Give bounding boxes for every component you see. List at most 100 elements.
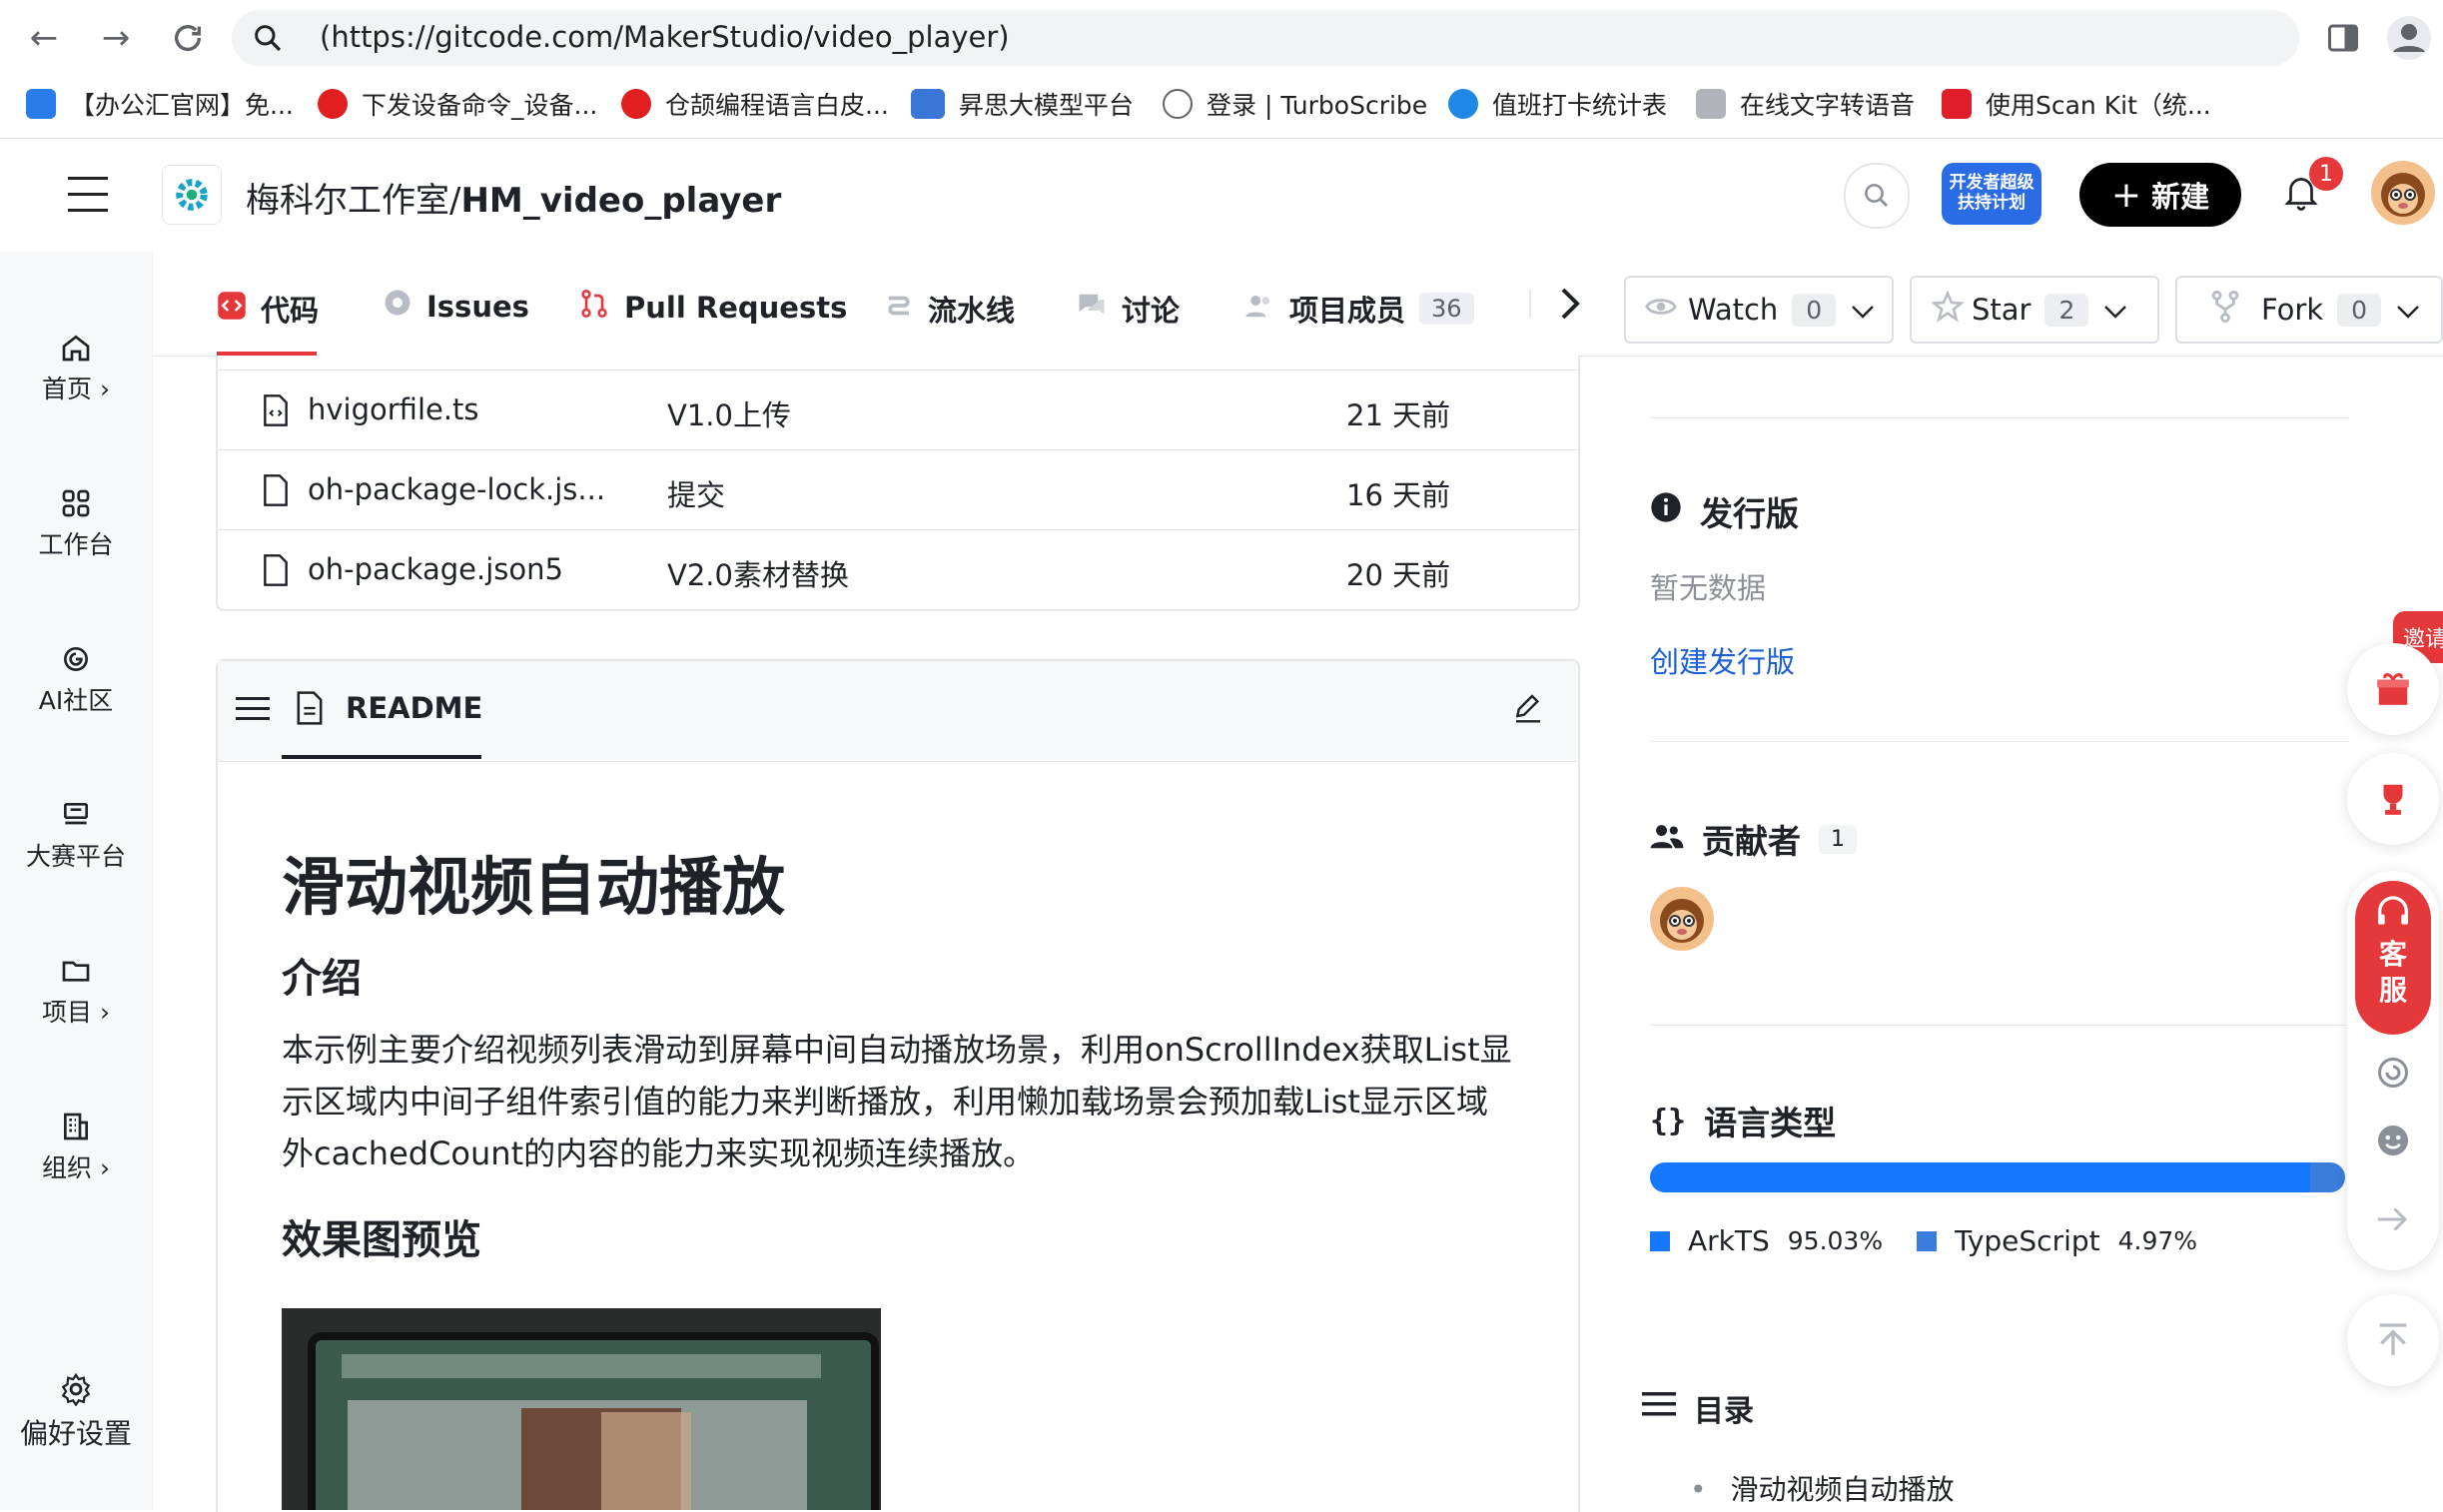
file-table: hvigorfile.ts V1.0上传 21 天前 oh-package-lo…: [216, 356, 1580, 611]
bullet-icon: •: [1690, 1473, 1707, 1506]
folder-icon: [62, 961, 90, 982]
repo-name[interactable]: HM_video_player: [460, 181, 781, 221]
customer-service-button[interactable]: 客服: [2355, 881, 2431, 1035]
contributor-count-badge: 1: [1819, 824, 1857, 854]
legend-swatch: [1650, 1230, 1670, 1251]
users-icon: [1650, 820, 1684, 859]
language-section-title: {} 语言类型: [1650, 1103, 1837, 1143]
back-to-top-button[interactable]: [2347, 1294, 2439, 1386]
reload-icon[interactable]: [164, 14, 212, 62]
bookmark-item[interactable]: 【办公汇官网】免...: [26, 84, 294, 124]
readme-tab-indicator: [282, 755, 481, 759]
grid-icon: [62, 489, 90, 517]
bookmark-favicon-icon: [26, 89, 56, 119]
file-name[interactable]: hvigorfile.ts: [308, 392, 479, 426]
readme-tab[interactable]: README: [346, 691, 482, 725]
file-name[interactable]: oh-package-lock.js...: [308, 472, 605, 506]
sidebar-item-projects[interactable]: 项目 ›: [0, 955, 152, 1029]
bookmark-item[interactable]: 在线文字转语音: [1696, 84, 1915, 124]
bookmark-item[interactable]: 下发设备命令_设备...: [318, 84, 597, 124]
tab-issues[interactable]: Issues: [383, 288, 529, 325]
huawei-icon: [318, 89, 348, 119]
user-avatar[interactable]: [2371, 161, 2435, 225]
global-search-button[interactable]: [1844, 163, 1910, 229]
list-icon: [1642, 1390, 1676, 1426]
repo-owner-link[interactable]: 梅科尔工作室/: [246, 181, 460, 221]
arrow-up-icon: [2379, 1323, 2407, 1355]
tab-pull-requests[interactable]: Pull Requests: [578, 288, 847, 327]
file-icon: [262, 554, 290, 593]
app-header: 梅科尔工作室/HM_video_player 开发者超级扶持计划 + 新建 1: [0, 139, 2443, 251]
tab-pipelines[interactable]: 流水线: [884, 288, 1015, 330]
section-divider: [1650, 1025, 2349, 1026]
sidebar-item-ai-community[interactable]: AI社区: [0, 643, 152, 717]
fork-button[interactable]: Fork 0: [2175, 276, 2443, 344]
bookmark-item[interactable]: 登录 | TurboScribe: [1163, 84, 1427, 124]
back-icon[interactable]: ←: [20, 14, 68, 62]
trophy-button[interactable]: [2347, 753, 2439, 845]
contributor-avatar[interactable]: [1650, 887, 1714, 951]
readme-content: 滑动视频自动播放 介绍 本示例主要介绍视频列表滑动到屏幕中间自动播放场景，利用o…: [282, 837, 1520, 1265]
preview-image: [282, 1308, 881, 1510]
members-icon: [1243, 291, 1275, 328]
smiley-icon[interactable]: [2375, 1123, 2411, 1162]
commit-time: 21 天前: [1346, 398, 1451, 432]
release-section-title: 发行版: [1650, 487, 1799, 535]
chevron-down-icon: [1850, 293, 1876, 327]
language-bar-segment-typescript: [2310, 1162, 2345, 1192]
sidebar-item-organizations[interactable]: 组织 ›: [0, 1111, 152, 1184]
tab-discussions[interactable]: 讨论: [1076, 288, 1180, 330]
bookmark-item[interactable]: 值班打卡统计表: [1448, 84, 1667, 124]
floating-toolbar: 客服: [2347, 871, 2439, 1270]
create-release-link[interactable]: 创建发行版: [1650, 639, 1795, 681]
sidebar-toggle-icon[interactable]: [2325, 20, 2361, 60]
readme-header: README: [218, 661, 1576, 762]
new-button[interactable]: + 新建: [2079, 163, 2241, 227]
commit-time: 20 天前: [1346, 558, 1451, 592]
table-row[interactable]: oh-package-lock.js... 提交 16 天前: [218, 449, 1578, 530]
intro-paragraph: 本示例主要介绍视频列表滑动到屏幕中间自动播放场景，利用onScrollIndex…: [282, 1031, 1512, 1172]
language-legend: ArkTS 95.03% TypeScript 4.97%: [1650, 1224, 2197, 1257]
file-name[interactable]: oh-package.json5: [308, 552, 563, 586]
watch-button[interactable]: Watch 0: [1624, 276, 1894, 344]
members-count-badge: 36: [1419, 293, 1474, 325]
promo-badge[interactable]: 开发者超级扶持计划: [1942, 163, 2041, 225]
chevron-down-icon: [2102, 293, 2128, 327]
commit-message[interactable]: 提交: [667, 472, 725, 514]
star-button[interactable]: Star 2: [1910, 276, 2159, 344]
eye-icon: [1644, 292, 1678, 329]
edit-pencil-icon[interactable]: [1512, 691, 1544, 729]
table-row[interactable]: oh-package.json5 V2.0素材替换 20 天前: [218, 529, 1578, 610]
list-menu-icon[interactable]: [236, 695, 270, 727]
profile-icon[interactable]: [2385, 14, 2433, 66]
commit-message[interactable]: V1.0上传: [667, 392, 791, 434]
tab-code[interactable]: 代码: [217, 288, 319, 330]
sidebar-item-home[interactable]: 首页 ›: [0, 332, 152, 405]
sidebar-item-workbench[interactable]: 工作台: [0, 487, 152, 561]
refresh-icon[interactable]: [2375, 1055, 2411, 1095]
bookmark-item[interactable]: 使用Scan Kit（统...: [1942, 84, 2211, 124]
ts-file-icon: [262, 394, 290, 433]
table-row[interactable]: hvigorfile.ts V1.0上传 21 天前: [218, 370, 1578, 450]
bookmark-favicon-icon: [1942, 89, 1972, 119]
arrow-right-icon[interactable]: [2375, 1204, 2411, 1238]
menu-icon[interactable]: [66, 175, 110, 219]
sidebar-item-preferences[interactable]: 偏好设置: [0, 1372, 152, 1452]
forward-icon[interactable]: →: [92, 14, 140, 62]
bookmark-item[interactable]: 昇思大模型平台: [911, 84, 1134, 124]
gift-button[interactable]: [2347, 643, 2439, 735]
star-icon: [1931, 289, 1965, 330]
search-icon: [1865, 184, 1888, 207]
chevron-right-icon[interactable]: [1559, 286, 1583, 326]
notification-count-badge: 1: [2309, 157, 2343, 191]
file-icon: [262, 474, 290, 513]
commit-message[interactable]: V2.0素材替换: [667, 552, 849, 594]
toc-item[interactable]: • 滑动视频自动播放: [1690, 1468, 1955, 1508]
url-text[interactable]: (https://gitcode.com/MakerStudio/video_p…: [320, 20, 1010, 54]
huawei-icon: [621, 89, 651, 119]
section-divider: [1650, 741, 2349, 742]
sidebar-item-competition[interactable]: 大赛平台: [0, 799, 152, 873]
bookmark-item[interactable]: 仓颉编程语言白皮...: [621, 84, 889, 124]
code-icon: [217, 291, 247, 328]
tab-members[interactable]: 项目成员 36: [1243, 288, 1474, 330]
